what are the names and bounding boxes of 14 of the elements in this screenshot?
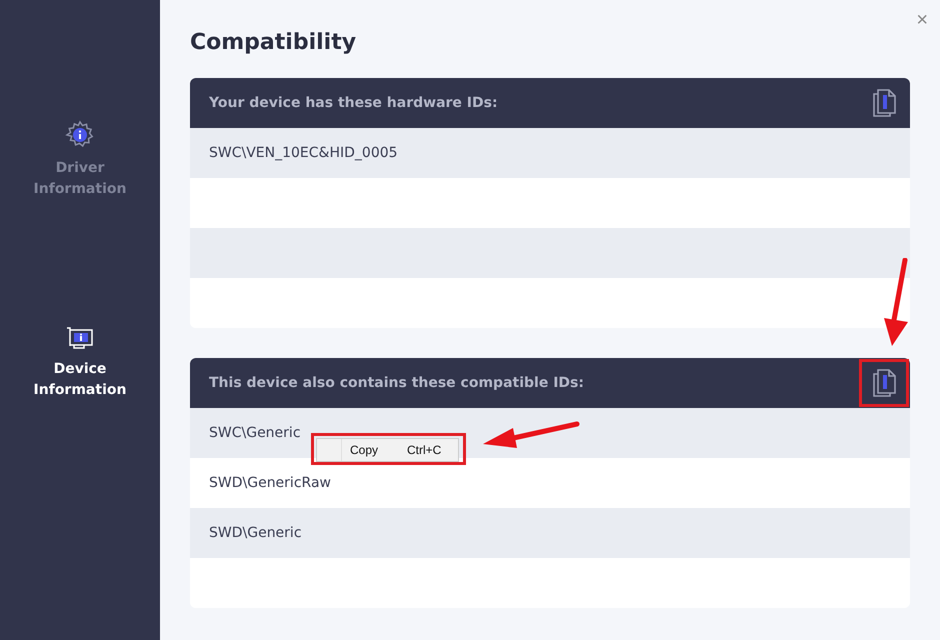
page-title: Compatibility	[190, 30, 356, 55]
hardware-id: SWD\GenericRaw	[209, 475, 331, 491]
copy-icon[interactable]	[872, 368, 898, 398]
panel-heading: Your device has these hardware IDs:	[209, 95, 498, 111]
highlight-frame	[859, 359, 909, 407]
card-info-icon	[65, 325, 95, 351]
hardware-id: SWD\Generic	[209, 525, 302, 541]
sidebar-item[interactable]: Device Information	[25, 325, 135, 401]
hardware-id: SWC\Generic	[209, 425, 301, 441]
copy-icon[interactable]	[872, 88, 898, 118]
copy-menu-item[interactable]: Copy Ctrl+C	[317, 439, 458, 461]
panel-heading: This device also contains these compatible IDs:	[209, 375, 584, 391]
gear-info-icon	[65, 120, 95, 150]
hardware-id: SWC\VEN_10EC&HID_0005	[209, 145, 398, 161]
